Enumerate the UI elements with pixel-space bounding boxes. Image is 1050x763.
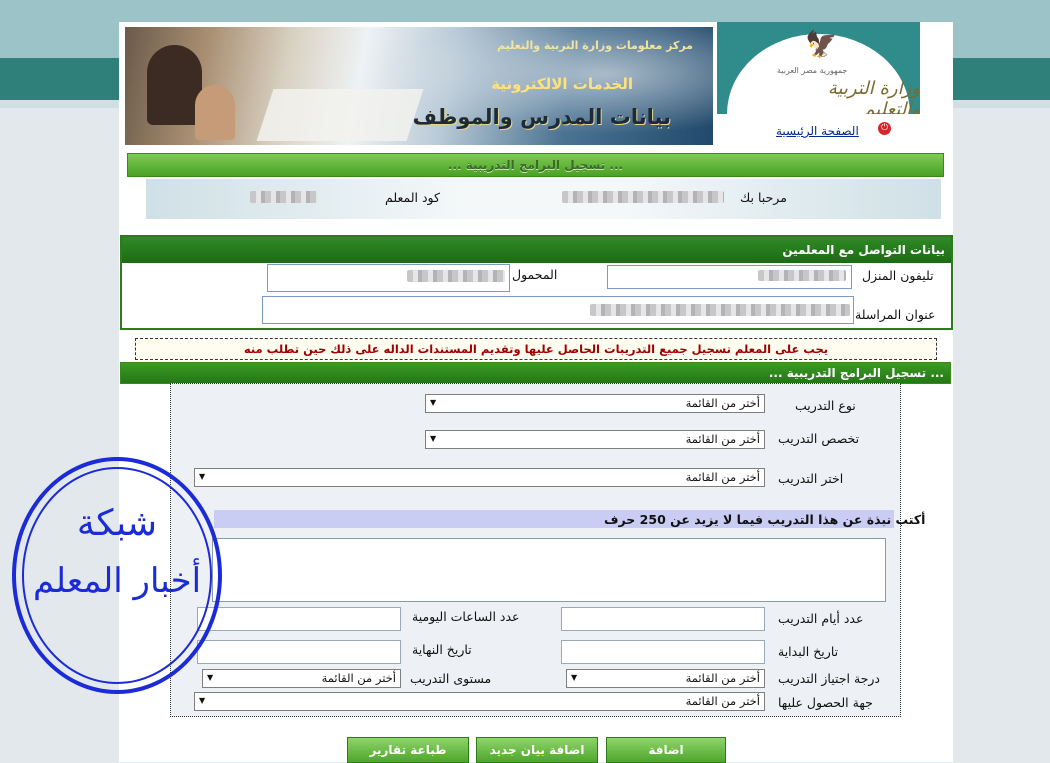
add-new-button[interactable]: اضافة بيان جديد [476,737,598,763]
power-icon[interactable]: ⏻ [878,122,891,135]
teacher-name-redacted [562,191,724,203]
training-specialty-value: أختر من القائمة [685,432,760,446]
add-button[interactable]: اضافة [606,737,726,763]
logo-ministry-name: وزارة التربية والتعليم [827,78,920,114]
teacher-code-label: كود المعلم [385,190,440,205]
dropdown-arrow-icon: ▼ [430,434,437,443]
banner-title: بيانات المدرس والموظف [412,105,671,129]
banner-paper [256,89,424,141]
print-reports-button[interactable]: طباعة تقارير [347,737,469,763]
dropdown-arrow-icon: ▼ [199,696,206,705]
brief-label: أكتب نبذة عن هذا التدريب فيما لا يزيد عن… [604,512,926,527]
training-specialty-select[interactable]: أختر من القائمة ▼ [425,430,765,449]
training-days-input[interactable] [561,607,765,631]
daily-hours-label: عدد الساعات اليومية [412,609,520,624]
source-select[interactable]: أختر من القائمة ▼ [194,692,765,711]
banner-service-name: الخدمات الالكترونية [491,75,633,93]
watermark-stamp: شبكة أخبار المعلم [12,457,222,694]
training-type-label: نوع التدريب [795,398,856,413]
training-days-label: عدد أيام التدريب [778,611,864,626]
training-level-label: مستوى التدريب [410,671,492,686]
watermark-line2: أخبار المعلم [32,561,202,601]
training-title: ... تسجيل البرامج التدريبية ... [768,366,944,380]
mobile-label: المحمول [512,267,558,282]
dropdown-arrow-icon: ▼ [199,472,206,481]
home-link[interactable]: الصفحة الرئيسية [776,124,859,138]
contact-panel-header: بيانات التواصل مع المعلمين [122,237,951,263]
source-value: أختر من القائمة [685,694,760,708]
end-date-input[interactable] [197,640,401,664]
source-label: جهة الحصول عليها [778,695,873,710]
end-date-label: تاريخ النهاية [412,642,472,657]
start-date-input[interactable] [561,640,765,664]
choose-training-select[interactable]: أختر من القائمة ▼ [194,468,765,487]
brief-textarea[interactable] [212,538,886,602]
logo-caption: جمهورية مصر العربية [777,66,848,75]
mobile-redacted [407,270,505,282]
choose-training-value: أختر من القائمة [685,470,760,484]
dropdown-arrow-icon: ▼ [571,673,578,682]
address-label: عنوان المراسلة [855,307,936,322]
welcome-label: مرحبا بك [740,190,787,205]
banner-org-name: مركز معلومات وزارة التربية والتعليم [497,39,693,52]
dropdown-arrow-icon: ▼ [207,673,214,682]
training-specialty-label: تخصص التدريب [778,431,860,446]
training-type-value: أختر من القائمة [685,396,760,410]
daily-hours-input[interactable] [197,607,401,631]
choose-training-label: اختر التدريب [778,471,844,486]
banner-student-figure [195,85,235,140]
ministry-logo: 🦅 جمهورية مصر العربية وزارة التربية والت… [717,22,920,114]
training-type-select[interactable]: أختر من القائمة ▼ [425,394,765,413]
teacher-code-redacted [250,191,318,203]
dropdown-arrow-icon: ▼ [430,398,437,407]
training-level-select[interactable]: أختر من القائمة ▼ [202,669,401,688]
section-title-bar: ... تسجيل البرامج التدريبية ... [127,153,944,177]
pass-grade-value: أختر من القائمة [685,671,760,685]
pass-grade-select[interactable]: أختر من القائمة ▼ [566,669,765,688]
header-banner: مركز معلومات وزارة التربية والتعليم الخد… [125,27,713,145]
address-redacted [590,304,850,316]
home-phone-label: تليفون المنزل [862,268,934,283]
training-title-bar: ... تسجيل البرامج التدريبية ... [120,362,951,384]
banner-teacher-figure [147,45,202,125]
start-date-label: تاريخ البداية [778,644,839,659]
training-level-value: أختر من القائمة [321,671,396,685]
contact-panel-title: بيانات التواصل مع المعلمين [782,243,945,257]
eagle-icon: 🦅 [805,30,838,60]
pass-grade-label: درجة اجتياز التدريب [778,671,880,686]
home-phone-redacted [758,270,846,281]
notice-box: يجب على المعلم تسجيل جميع التدريبات الحا… [135,338,937,360]
watermark-line1: شبكة [76,503,158,544]
